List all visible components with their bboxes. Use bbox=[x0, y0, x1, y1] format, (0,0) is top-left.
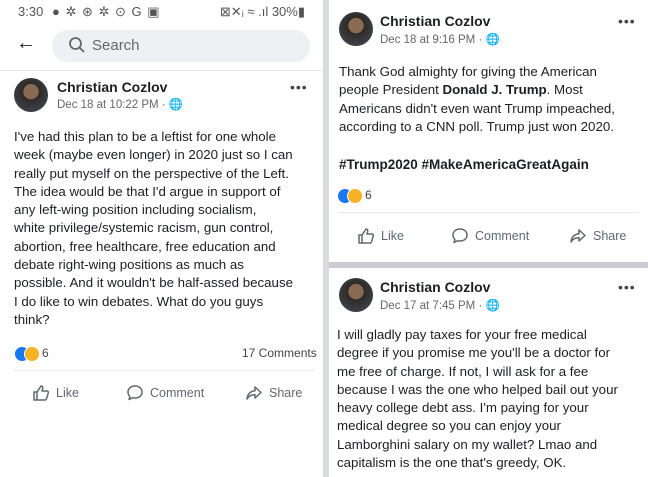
right-bottom-screenshot-panel: Christian Cozlov Dec 17 at 7:45 PM · 🌐 •… bbox=[329, 268, 648, 477]
post-line: white privilege/systemic racism, gun con… bbox=[14, 220, 274, 236]
post-line: because I was the one who helped bail ou… bbox=[337, 381, 618, 397]
more-options-icon[interactable]: ••• bbox=[618, 279, 636, 295]
status-time: 3:30 bbox=[18, 4, 44, 19]
post-meta[interactable]: Dec 18 at 10:22 PM · 🌐 bbox=[57, 97, 183, 111]
wow-reaction-icon bbox=[24, 346, 40, 362]
post-line: possible. And it wouldn't be half-assed … bbox=[14, 275, 294, 291]
like-label: Like bbox=[381, 229, 404, 243]
share-icon bbox=[246, 386, 262, 400]
post-author[interactable]: Christian Cozlov bbox=[380, 279, 490, 295]
post-line: according to a CNN poll. Trump just won … bbox=[339, 118, 614, 134]
status-icons: ● ✲ ⊛ ✲ ⊙ G ▣ bbox=[52, 4, 161, 19]
search-icon bbox=[69, 37, 85, 53]
comment-label: Comment bbox=[150, 386, 205, 400]
more-options-icon[interactable]: ••• bbox=[618, 13, 636, 29]
divider bbox=[339, 212, 639, 213]
post-actions: Like Comment Share bbox=[0, 378, 323, 408]
comment-button[interactable]: Comment bbox=[126, 378, 204, 408]
reaction-count: 6 bbox=[42, 346, 49, 360]
avatar[interactable] bbox=[339, 12, 373, 46]
search-input[interactable]: Search bbox=[52, 30, 310, 62]
share-icon bbox=[570, 229, 586, 243]
search-placeholder: Search bbox=[92, 37, 140, 54]
post-author[interactable]: Christian Cozlov bbox=[380, 13, 490, 29]
post-line: The idea would be that I'd argue in supp… bbox=[14, 183, 281, 199]
back-arrow-icon[interactable]: ← bbox=[16, 32, 36, 55]
share-label: Share bbox=[593, 229, 627, 243]
comment-icon bbox=[127, 385, 143, 401]
post-line: I will gladly pay taxes for your free me… bbox=[337, 327, 587, 342]
post-line: really put myself on the perspective of … bbox=[14, 165, 289, 181]
right-top-screenshot-panel: Christian Cozlov Dec 18 at 9:16 PM · 🌐 •… bbox=[329, 0, 648, 262]
like-button[interactable]: Like bbox=[357, 221, 404, 251]
thumbs-up-icon bbox=[358, 228, 375, 244]
post-body: Thank God almighty for giving the Americ… bbox=[339, 63, 644, 136]
status-right-icons: ⊠✕ᵢ ≈ .ıl 30%▮ bbox=[219, 4, 305, 19]
share-label: Share bbox=[269, 386, 303, 400]
post-line: capitalism is the one that's greedy, OK. bbox=[337, 455, 567, 471]
post-line: Thank God almighty for giving the Americ… bbox=[339, 64, 597, 79]
left-screenshot-panel: 3:30 ● ✲ ⊛ ✲ ⊙ G ▣ ⊠✕ᵢ ≈ .ıl 30%▮ ← Sear… bbox=[0, 0, 323, 422]
like-label: Like bbox=[56, 386, 79, 400]
post-line: I do like to win debates. What do you gu… bbox=[14, 293, 264, 309]
thumbs-up-icon bbox=[33, 385, 50, 401]
comments-count[interactable]: 17 Comments bbox=[242, 346, 317, 360]
post-line: degree if you promise me you'll be a doc… bbox=[337, 345, 611, 361]
post-author[interactable]: Christian Cozlov bbox=[57, 79, 167, 95]
reaction-summary[interactable]: 6 bbox=[14, 346, 74, 362]
search-header: ← Search bbox=[0, 24, 323, 70]
post-line: think? bbox=[14, 311, 50, 327]
comment-icon bbox=[452, 228, 468, 244]
divider bbox=[0, 70, 323, 71]
post-text: . Most bbox=[546, 82, 583, 98]
reaction-count: 6 bbox=[365, 188, 372, 202]
post-line: abortion, free healthcare, free educatio… bbox=[14, 238, 276, 254]
post-text: people President bbox=[339, 82, 443, 98]
post-meta[interactable]: Dec 17 at 7:45 PM · 🌐 bbox=[380, 298, 500, 312]
share-button[interactable]: Share bbox=[245, 378, 302, 408]
post-body: I've had this plan to be a leftist for o… bbox=[14, 128, 319, 329]
post-line: I've had this plan to be a leftist for o… bbox=[14, 129, 276, 144]
comment-button[interactable]: Comment bbox=[451, 221, 529, 251]
avatar[interactable] bbox=[14, 78, 48, 112]
post-line: week (maybe even longer) in 2020 just so… bbox=[14, 147, 293, 163]
avatar[interactable] bbox=[339, 278, 373, 312]
post-bold-name: Donald J. Trump bbox=[442, 82, 547, 98]
post-line: me free of charge. If not, I will ask fo… bbox=[337, 363, 589, 379]
post-meta[interactable]: Dec 18 at 9:16 PM · 🌐 bbox=[380, 32, 500, 46]
post-actions: Like Comment Share bbox=[329, 221, 648, 251]
post-line: debate right-wing positions as much as bbox=[14, 257, 244, 273]
post-line: medical degree so you can enjoy your bbox=[337, 418, 561, 434]
post-hashtags[interactable]: #Trump2020 #MakeAmericaGreatAgain bbox=[339, 157, 589, 172]
reaction-summary[interactable]: 6 bbox=[337, 188, 397, 204]
comment-label: Comment bbox=[475, 229, 530, 243]
post-body: I will gladly pay taxes for your free me… bbox=[337, 326, 647, 472]
share-button[interactable]: Share bbox=[569, 221, 626, 251]
post-line: Lamborghini salary on my wallet? Lmao an… bbox=[337, 436, 598, 452]
post-line: Americans didn't even want Trump impeach… bbox=[339, 100, 616, 116]
post-line: people President Donald J. Trump. Most bbox=[339, 81, 644, 99]
post-line: heavy college debt ass. I'm paying for y… bbox=[337, 400, 589, 416]
status-bar: 3:30 ● ✲ ⊛ ✲ ⊙ G ▣ ⊠✕ᵢ ≈ .ıl 30%▮ bbox=[0, 0, 323, 24]
post-line: any left-wing position including sociali… bbox=[14, 202, 257, 218]
more-options-icon[interactable]: ••• bbox=[290, 79, 308, 95]
like-button[interactable]: Like bbox=[32, 378, 79, 408]
divider bbox=[14, 370, 314, 371]
wow-reaction-icon bbox=[347, 188, 363, 204]
